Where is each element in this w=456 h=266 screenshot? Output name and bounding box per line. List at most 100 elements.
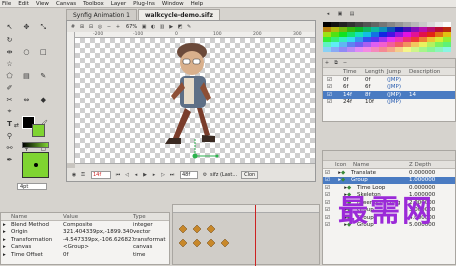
palette-swatch[interactable] [339, 47, 347, 52]
col-icon[interactable]: Icon [335, 162, 353, 168]
guides-icon[interactable]: ⊟ [87, 23, 95, 31]
background-icon[interactable]: ◩ [176, 23, 184, 31]
mirror-tool-icon[interactable]: ⇹ [4, 47, 15, 57]
palette-swatch[interactable] [387, 47, 395, 52]
swap-colors-icon[interactable]: ⇄ [14, 122, 19, 129]
timetrack-cursor[interactable] [255, 205, 256, 266]
param-value[interactable]: <Group> [63, 244, 133, 250]
eyedrop-tool-icon[interactable]: ⌖ [4, 107, 15, 117]
keyframe-active-checkbox[interactable]: ☑ [323, 92, 343, 98]
param-expander-icon[interactable]: ▸ [1, 244, 11, 250]
next-keyframe-icon[interactable]: ▷ [159, 171, 167, 179]
param-value[interactable]: 0f [63, 252, 133, 258]
keyframe-lock-icon[interactable]: ⚿ [79, 171, 87, 179]
gradient-tool-icon[interactable]: ▤ [21, 71, 32, 81]
keyframe-row[interactable]: ☑ 0f 0f (JMP) [323, 76, 455, 84]
menu-layer[interactable]: Layer [111, 1, 126, 7]
rotate-tool-icon[interactable]: ↻ [4, 35, 15, 45]
palette-swatch[interactable] [355, 47, 363, 52]
zoom-tool-icon[interactable]: ⚲ [4, 131, 15, 141]
draw-tool-icon[interactable]: ✐ [4, 83, 15, 93]
keyframe-jump[interactable]: (JMP) [387, 84, 409, 90]
onion-skin-icon[interactable]: ◎ [96, 23, 104, 31]
clone-button[interactable]: Clon [241, 170, 259, 179]
col-description[interactable]: Description [409, 69, 440, 75]
palette-swatch[interactable] [395, 47, 403, 52]
palette-swatch[interactable] [363, 47, 371, 52]
keyframe-active-checkbox[interactable]: ☑ [323, 84, 343, 90]
render-target-label[interactable]: sifz (Last... [210, 172, 237, 178]
param-value[interactable]: 321.404339px,-1899.340 [63, 229, 133, 235]
col-length[interactable]: Length [365, 69, 387, 75]
palette-swatch[interactable] [331, 47, 339, 52]
col-param-name[interactable]: Name [11, 214, 63, 220]
layer-row[interactable]: ☑ ▸ ◆ Translate 0.000000 [323, 169, 455, 177]
render-mode-icon[interactable]: ▣ [140, 23, 148, 31]
tab-walkcycle-demo[interactable]: walkcycle-demo.sifz [137, 9, 221, 20]
menu-edit[interactable]: Edit [18, 1, 29, 7]
edit-mode-icon[interactable]: ✎ [185, 23, 193, 31]
palette-swatch[interactable] [323, 47, 331, 52]
layer-name[interactable]: Translate [351, 170, 409, 176]
param-expander-icon[interactable]: ▸ [1, 252, 11, 258]
palette-swatch[interactable] [403, 47, 411, 52]
zoom-out-icon[interactable]: − [105, 23, 113, 31]
pen-tool-icon[interactable]: ✒ [4, 155, 15, 165]
snap-grid-icon[interactable]: ⊞ [78, 23, 86, 31]
layer-visibility-checkbox[interactable]: ☑ [323, 177, 335, 183]
save-palette-icon[interactable]: ▣ [336, 10, 344, 18]
palette-swatch[interactable] [435, 47, 443, 52]
palette-swatch[interactable] [443, 47, 451, 52]
keyframe-active-checkbox[interactable]: ☑ [323, 99, 343, 105]
menu-file[interactable]: File [2, 1, 11, 7]
fill-color-swatch[interactable] [32, 124, 45, 137]
lowres-icon[interactable]: ▥ [158, 23, 166, 31]
layer-visibility-checkbox[interactable]: ☑ [323, 170, 335, 176]
palette-swatch[interactable] [371, 47, 379, 52]
scale-tool-icon[interactable]: ⤡ [38, 23, 49, 33]
layer-visibility-checkbox[interactable]: ☑ [323, 185, 335, 191]
layer-visibility-checkbox[interactable]: ☑ [323, 192, 335, 198]
param-row[interactable]: ▸ Blend Method Composite integer [1, 221, 169, 229]
zoom-level[interactable]: 67% [126, 24, 137, 30]
width-tool-icon[interactable]: ⇔ [21, 95, 32, 105]
gradient-preview[interactable] [22, 142, 49, 148]
transform-tool-icon[interactable]: ↖ [4, 22, 15, 32]
col-param-type[interactable]: Type [133, 214, 146, 220]
next-frame-icon[interactable]: ▸ [150, 171, 158, 179]
canvas-drawing-area[interactable] [75, 38, 315, 163]
col-param-value[interactable]: Value [63, 214, 133, 220]
open-palette-icon[interactable]: ▤ [348, 10, 356, 18]
brush-preview[interactable] [22, 152, 49, 178]
tab-synfig-animation-1[interactable]: Synfig Animation 1 [66, 9, 137, 20]
seek-begin-icon[interactable]: ⏮ [114, 171, 122, 179]
col-time[interactable]: Time [343, 69, 365, 75]
quality-icon[interactable]: ◐ [149, 23, 157, 31]
show-grid-icon[interactable]: # [69, 23, 77, 31]
menu-view[interactable]: View [36, 1, 49, 7]
param-value[interactable]: -4.547339px,-106.626827 [63, 237, 133, 243]
col-zdepth[interactable]: Z Depth [409, 162, 431, 168]
brush-size-field[interactable]: 4pt [17, 183, 47, 190]
palette-swatch[interactable] [427, 47, 435, 52]
preview-icon[interactable]: ▶ [167, 23, 175, 31]
layer-name[interactable]: Group [351, 177, 409, 183]
param-row[interactable]: ▸ Origin 321.404339px,-1899.340 vector [1, 229, 169, 237]
remove-keyframe-icon[interactable]: − [341, 59, 349, 67]
keyframe-row[interactable]: ☑ 24f 10f (JMP) [323, 99, 455, 107]
circle-tool-icon[interactable]: ○ [21, 47, 32, 57]
col-name[interactable]: Name [353, 162, 409, 168]
col-jump[interactable]: Jump [387, 69, 409, 75]
menu-plugins[interactable]: Plug-Ins [133, 1, 155, 7]
menu-help[interactable]: Help [191, 1, 204, 7]
prev-keyframe-icon[interactable]: ◁ [123, 171, 131, 179]
current-frame-field[interactable]: 14f [91, 170, 111, 179]
palette-swatch[interactable] [411, 47, 419, 52]
waypoints-track[interactable] [179, 225, 239, 259]
param-expander-icon[interactable]: ▸ [1, 229, 11, 235]
palette-swatch[interactable] [419, 47, 427, 52]
smooth-move-tool-icon[interactable]: ✥ [21, 22, 32, 32]
layer-visibility-checkbox[interactable]: ☑ [323, 200, 335, 206]
keyframe-row[interactable]: ☑ 6f 6f (JMP) [323, 84, 455, 92]
polygon-tool-icon[interactable]: ⬠ [4, 71, 15, 81]
